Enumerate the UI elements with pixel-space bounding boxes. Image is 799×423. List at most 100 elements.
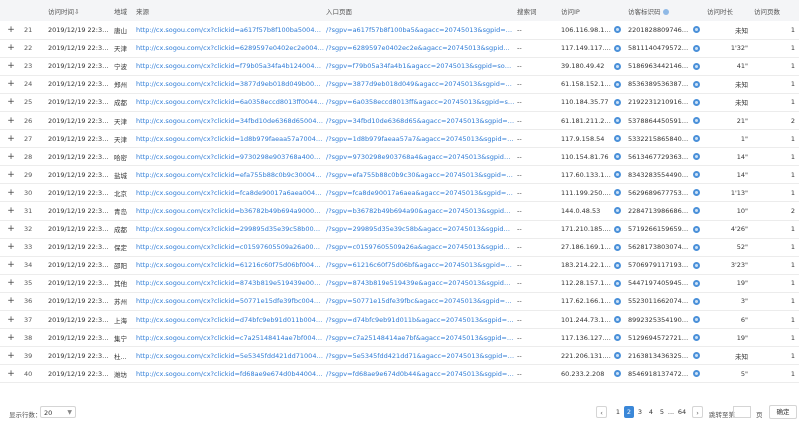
source-link[interactable]: http://cx.sogou.com/cx?clickid=efa755b88… [134, 166, 324, 184]
ip-detail-icon[interactable] [612, 148, 626, 166]
visitor-detail-icon[interactable] [691, 311, 705, 329]
visitor-detail-icon[interactable] [691, 148, 705, 166]
entry-page-link[interactable]: /?sgpv=efa755b88c0b9c30&agacc=20745013&s… [324, 166, 515, 184]
visitor-lookup-icon[interactable] [614, 117, 621, 125]
ip-detail-icon[interactable] [612, 220, 626, 238]
table-row[interactable]: +30 2019/12/19 22:30:58 北京 http://cx.sogou.… [0, 184, 799, 202]
expand-row-icon[interactable]: + [0, 365, 22, 383]
entry-page-link[interactable]: /?sgpv=299895d35e39c58b&agacc=20745013&s… [324, 220, 515, 238]
expand-row-icon[interactable]: + [0, 21, 22, 39]
source-link[interactable]: http://cx.sogou.com/cx?clickid=61216c60f… [134, 256, 324, 274]
entry-page-link[interactable]: /?sgpv=fca8de90017a6aea&agacc=20745013&s… [324, 184, 515, 202]
source-link[interactable]: http://cx.sogou.com/cx?clickid=1d8b979fa… [134, 130, 324, 148]
visitor-lookup-icon[interactable] [693, 44, 700, 52]
visitor-lookup-icon[interactable] [614, 261, 621, 269]
visitor-detail-icon[interactable] [691, 130, 705, 148]
ip-detail-icon[interactable] [612, 111, 626, 129]
visitor-detail-icon[interactable] [691, 93, 705, 111]
expand-row-icon[interactable]: + [0, 184, 22, 202]
page-size-select[interactable]: 20 ▼ [40, 406, 76, 418]
ip-detail-icon[interactable] [612, 329, 626, 347]
table-row[interactable]: +28 2019/12/19 22:31:25 哈密 http://cx.sogou.… [0, 148, 799, 166]
visitor-detail-icon[interactable] [691, 220, 705, 238]
ip-detail-icon[interactable] [612, 21, 626, 39]
entry-page-link[interactable]: /?sgpv=fd68ae9e674d0b44&agacc=20745013&s… [324, 365, 515, 383]
table-row[interactable]: +39 2019/12/19 22:30:12 杜... http://cx.sogo… [0, 347, 799, 365]
ip-detail-icon[interactable] [612, 274, 626, 292]
visitor-detail-icon[interactable] [691, 238, 705, 256]
source-link[interactable]: http://cx.sogou.com/cx?clickid=c7a251484… [134, 329, 324, 347]
expand-row-icon[interactable]: + [0, 292, 22, 310]
expand-row-icon[interactable]: + [0, 166, 22, 184]
question-icon[interactable] [662, 8, 669, 15]
expand-row-icon[interactable]: + [0, 39, 22, 57]
entry-page-link[interactable]: /?sgpv=b36782b49b694a90&agacc=20745013&s… [324, 202, 515, 220]
visitor-detail-icon[interactable] [691, 21, 705, 39]
ip-detail-icon[interactable] [612, 292, 626, 310]
visitor-lookup-icon[interactable] [693, 261, 700, 269]
visitor-detail-icon[interactable] [691, 329, 705, 347]
table-row[interactable]: +32 2019/12/19 22:30:23 成都 http://cx.sogou.… [0, 220, 799, 239]
visitor-lookup-icon[interactable] [693, 370, 700, 378]
page-button-5[interactable]: 5 [657, 406, 667, 418]
source-link[interactable]: http://cx.sogou.com/cx?clickid=5e5345fdd… [134, 347, 324, 365]
jump-page-input[interactable] [733, 406, 751, 418]
source-link[interactable]: http://cx.sogou.com/cx?clickid=6a0358ecc… [134, 93, 324, 111]
visitor-lookup-icon[interactable] [693, 153, 700, 161]
entry-page-link[interactable]: /?sgpv=9730298e903768a4&agacc=20745013&s… [324, 148, 515, 166]
expand-row-icon[interactable]: + [0, 148, 22, 166]
page-button-1[interactable]: 1 [613, 406, 623, 418]
source-link[interactable]: http://cx.sogou.com/cx?clickid=c01597605… [134, 238, 324, 256]
expand-row-icon[interactable]: + [0, 329, 22, 347]
visitor-lookup-icon[interactable] [614, 26, 621, 34]
expand-row-icon[interactable]: + [0, 220, 22, 238]
source-link[interactable]: http://cx.sogou.com/cx?clickid=fd68ae9e6… [134, 365, 324, 383]
entry-page-link[interactable]: /?sgpv=50771e15dfe39fbc&agacc=20745013&s… [324, 292, 515, 310]
table-row[interactable]: +38 2019/12/19 22:30:12 集宁 http://cx.sogou.… [0, 329, 799, 347]
visitor-lookup-icon[interactable] [614, 44, 621, 52]
ip-detail-icon[interactable] [612, 75, 626, 93]
visitor-detail-icon[interactable] [691, 75, 705, 93]
visitor-detail-icon[interactable] [691, 111, 705, 129]
visitor-detail-icon[interactable] [691, 347, 705, 365]
page-button-2[interactable]: 2 [624, 406, 634, 418]
entry-page-link[interactable]: /?sgpv=d74bfc9eb91d011b&agacc=20745013&s… [324, 311, 515, 329]
expand-row-icon[interactable]: + [0, 93, 22, 111]
entry-page-link[interactable]: /?sgpv=c7a25148414ae7bf&agacc=20745013&s… [324, 329, 515, 347]
source-link[interactable]: http://cx.sogou.com/cx?clickid=f79b05a34… [134, 57, 324, 75]
visitor-lookup-icon[interactable] [693, 62, 700, 70]
table-row[interactable]: +26 2019/12/19 22:32:01 天津 http://cx.sogou.… [0, 111, 799, 130]
page-button-3[interactable]: 3 [635, 406, 645, 418]
expand-row-icon[interactable]: + [0, 57, 22, 75]
visitor-lookup-icon[interactable] [693, 26, 700, 34]
source-link[interactable]: http://cx.sogou.com/cx?clickid=d74bfc9eb… [134, 311, 324, 329]
visitor-lookup-icon[interactable] [693, 80, 700, 88]
visitor-lookup-icon[interactable] [693, 135, 700, 143]
ip-detail-icon[interactable] [612, 166, 626, 184]
visitor-lookup-icon[interactable] [693, 297, 700, 305]
visitor-lookup-icon[interactable] [614, 189, 621, 197]
visitor-lookup-icon[interactable] [614, 207, 621, 215]
entry-page-link[interactable]: /?sgpv=61216c60f75d06bf&agacc=20745013&s… [324, 256, 515, 274]
visitor-lookup-icon[interactable] [693, 189, 700, 197]
source-link[interactable]: http://cx.sogou.com/cx?clickid=299895d35… [134, 220, 324, 238]
page-button-4[interactable]: 4 [646, 406, 656, 418]
table-row[interactable]: +37 2019/12/19 22:30:14 上海 http://cx.sogou.… [0, 311, 799, 329]
visitor-lookup-icon[interactable] [614, 80, 621, 88]
jump-confirm-button[interactable]: 确定 [769, 405, 797, 419]
expand-row-icon[interactable]: + [0, 202, 22, 220]
source-link[interactable]: http://cx.sogou.com/cx?clickid=9730298e9… [134, 148, 324, 166]
chevron-left-icon[interactable]: ‹ [596, 406, 607, 418]
ip-detail-icon[interactable] [612, 365, 626, 383]
source-link[interactable]: http://cx.sogou.com/cx?clickid=3877d9eb0… [134, 75, 324, 93]
visitor-lookup-icon[interactable] [614, 243, 621, 251]
page-button-64[interactable]: 64 [676, 406, 688, 418]
visitor-lookup-icon[interactable] [614, 135, 621, 143]
ip-detail-icon[interactable] [612, 347, 626, 365]
source-link[interactable]: http://cx.sogou.com/cx?clickid=b36782b49… [134, 202, 324, 220]
visitor-lookup-icon[interactable] [614, 297, 621, 305]
entry-page-link[interactable]: /?sgpv=a617f57b8f100ba5&agacc=20745013&s… [324, 21, 515, 39]
visitor-detail-icon[interactable] [691, 57, 705, 75]
ip-detail-icon[interactable] [612, 93, 626, 111]
ip-detail-icon[interactable] [612, 39, 626, 57]
